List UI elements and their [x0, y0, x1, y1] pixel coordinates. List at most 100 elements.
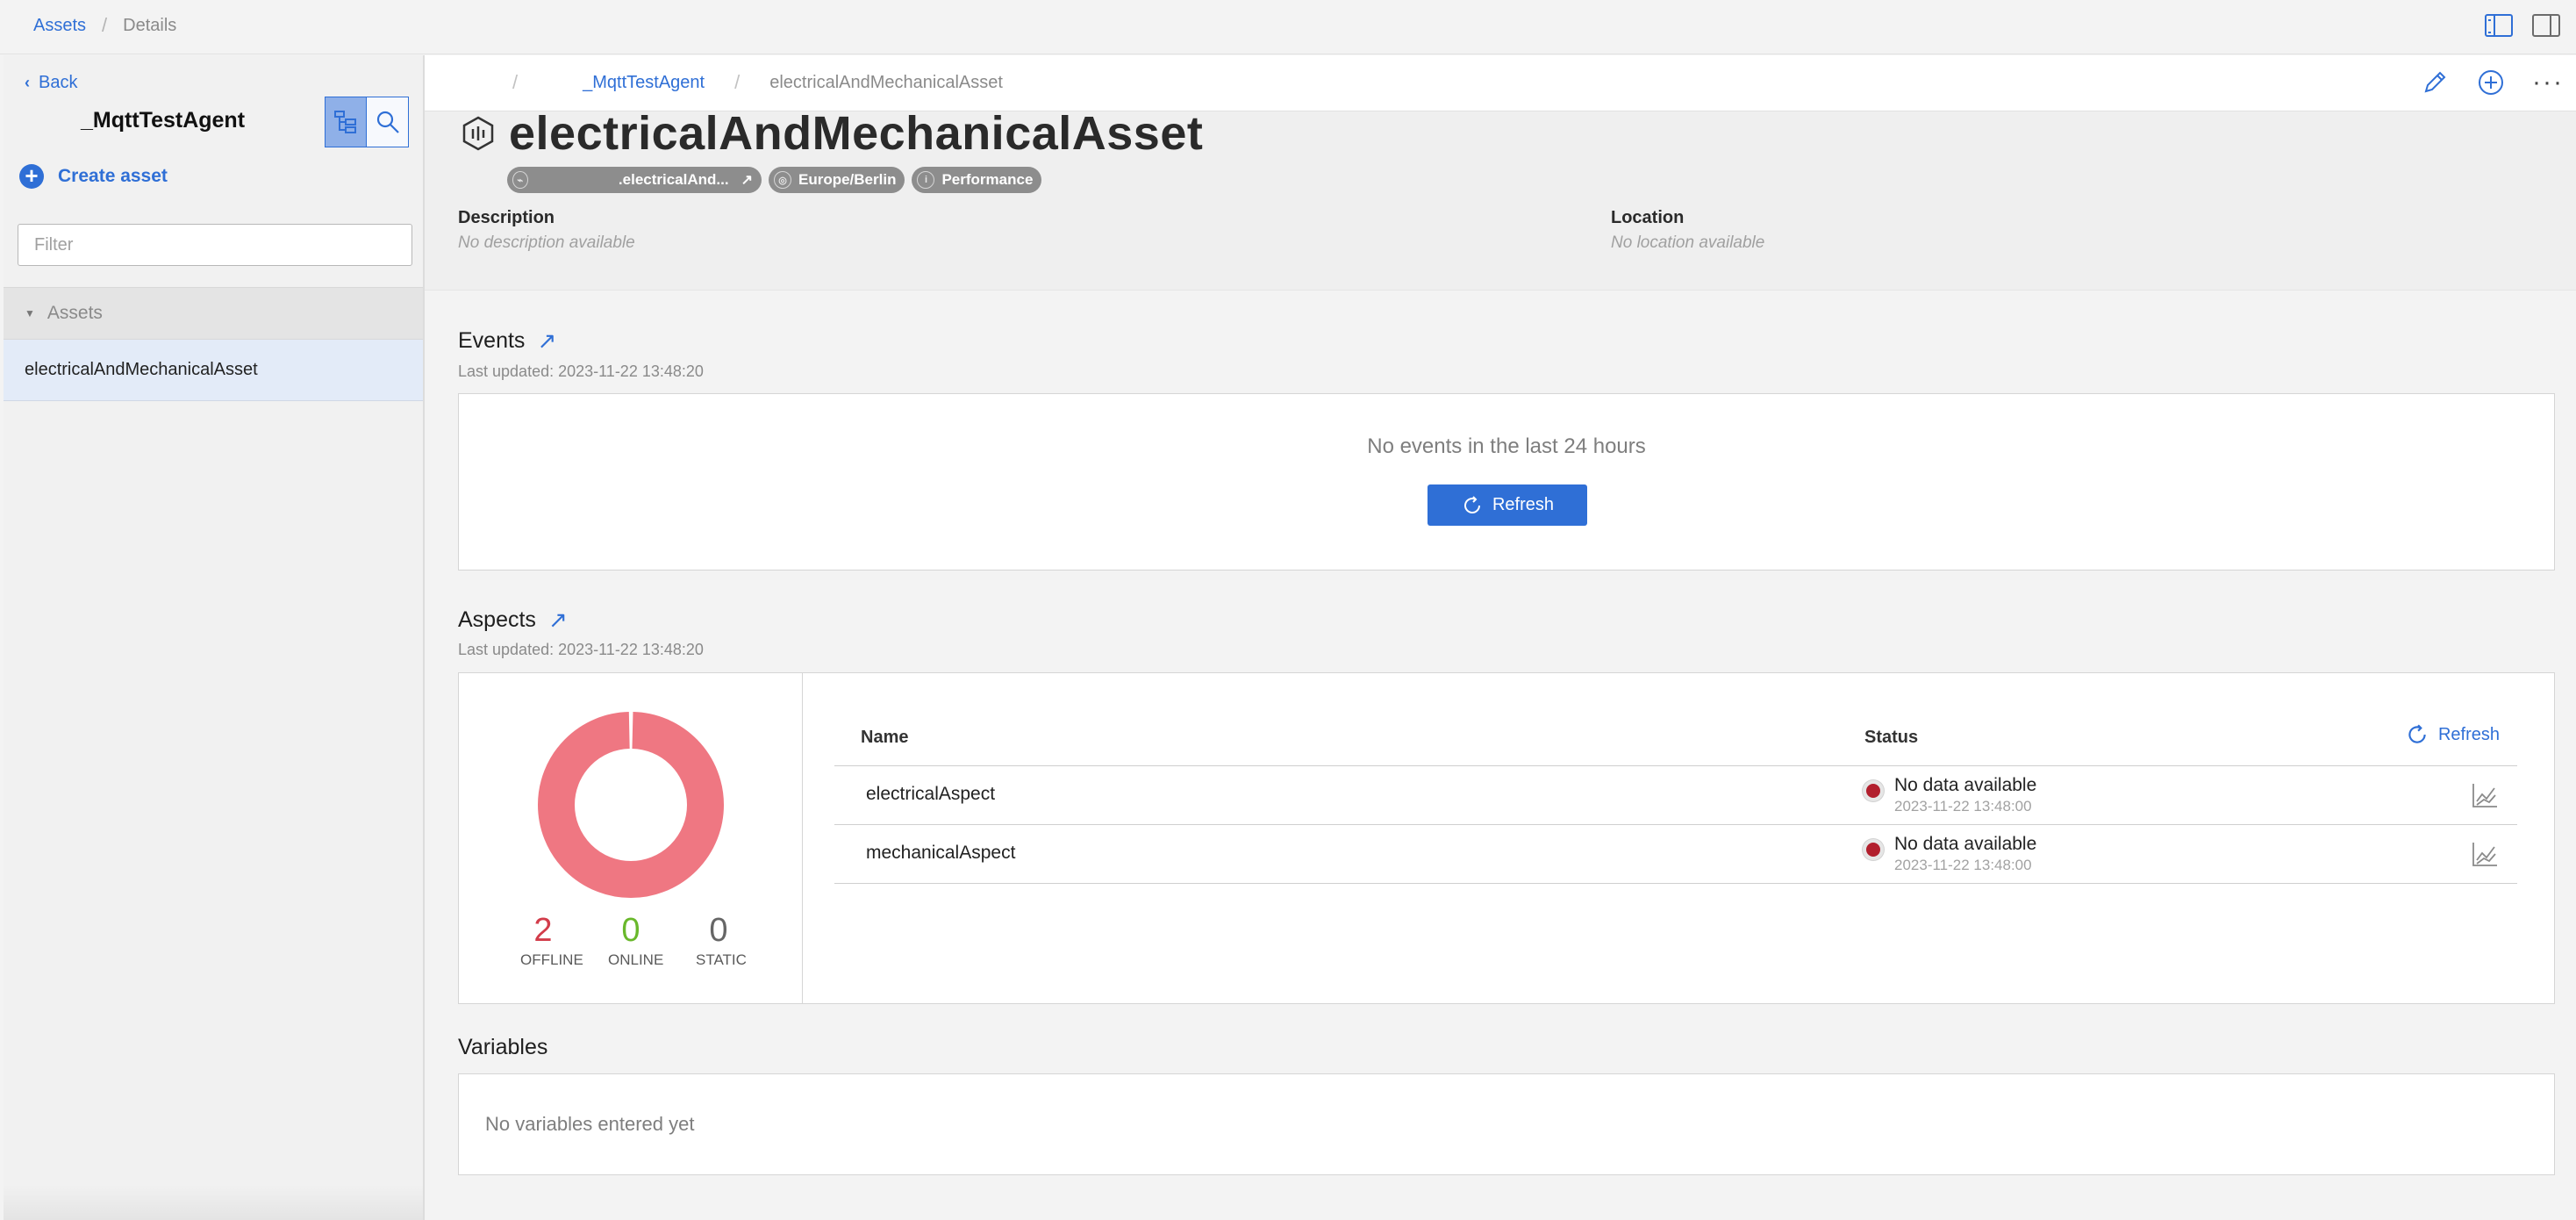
breadcrumb-current: electricalAndMechanicalAsset	[769, 72, 1003, 92]
variables-empty-message: No variables entered yet	[485, 1113, 695, 1135]
tree-item-asset[interactable]: electricalAndMechanicalAsset	[4, 340, 423, 401]
asset-name: electricalAndMechanicalAsset	[509, 107, 1204, 160]
tree-view-button[interactable]	[325, 97, 367, 147]
top-bar: Assets / Details	[0, 0, 2576, 54]
search-view-button[interactable]	[367, 97, 409, 147]
table-row[interactable]: mechanicalAspect No data available 2023-…	[834, 825, 2517, 884]
asset-hexagon-icon	[462, 116, 494, 151]
aspects-last-updated: Last updated: 2023-11-22 13:48:20	[458, 641, 704, 658]
events-open-arrow-icon[interactable]: ↗	[537, 327, 556, 355]
breadcrumb-separator: /	[512, 71, 519, 93]
asset-chips: ⌁ .electricalAnd... ↗ ◎ Europe/Berlin i …	[507, 167, 1042, 193]
variables-title: Variables	[458, 1035, 548, 1059]
tree-icon	[334, 111, 356, 133]
breadcrumb-assets-link[interactable]: Assets	[33, 16, 86, 36]
refresh-icon	[1463, 495, 1480, 513]
view-toggle	[325, 97, 409, 147]
events-heading: Events ↗	[458, 327, 556, 355]
status-counts: 2 OFFLINE 0 ONLINE 0 STATIC	[459, 912, 803, 969]
aspects-donut-chart	[538, 712, 724, 898]
tree-header-assets[interactable]: ▼ Assets	[4, 287, 423, 340]
main-content: / _MqttTestAgent / electricalAndMechanic…	[425, 55, 2576, 1220]
aspects-title: Aspects	[458, 607, 536, 632]
add-circle-icon[interactable]	[2476, 68, 2506, 97]
table-row[interactable]: electricalAspect No data available 2023-…	[834, 766, 2517, 825]
breadcrumb-separator: /	[734, 71, 741, 93]
header-actions: ···	[2420, 68, 2564, 97]
edit-pencil-icon[interactable]	[2420, 68, 2450, 97]
aspect-status-time: 2023-11-22 13:48:00	[1894, 857, 2032, 873]
location-block: Location No location available	[1611, 208, 1764, 253]
filter-input[interactable]	[18, 224, 412, 266]
main-header: / _MqttTestAgent / electricalAndMechanic…	[425, 55, 2576, 111]
layout-toggles	[2485, 14, 2560, 37]
asset-header: electricalAndMechanicalAsset ⌁ .electric…	[425, 107, 2576, 291]
events-title: Events	[458, 328, 526, 353]
aspect-name: mechanicalAspect	[866, 843, 1016, 863]
events-empty-message: No events in the last 24 hours	[1367, 434, 1646, 458]
aspects-refresh-label: Refresh	[2437, 724, 2500, 744]
events-refresh-button[interactable]: Refresh	[1428, 484, 1587, 526]
breadcrumb: Assets / Details	[33, 14, 176, 37]
breadcrumb-parent-link[interactable]: _MqttTestAgent	[583, 73, 705, 93]
asset-sidebar: ‹ Back _MqttTestAgent + Create asset ▼ A…	[4, 55, 425, 1220]
back-label: Back	[39, 73, 78, 92]
events-card: No events in the last 24 hours Refresh	[458, 393, 2555, 571]
caret-down-icon: ▼	[25, 307, 35, 319]
link-icon: ⌁	[512, 171, 528, 189]
aspect-status-time: 2023-11-22 13:48:00	[1894, 798, 2032, 815]
description-label: Description	[458, 208, 555, 227]
create-asset-button[interactable]: + Create asset	[19, 164, 168, 189]
aspect-name: electricalAspect	[866, 784, 996, 804]
back-link[interactable]: ‹ Back	[25, 73, 77, 93]
asset-title: electricalAndMechanicalAsset	[460, 106, 1203, 161]
aspect-status: No data available 2023-11-22 13:48:00	[1863, 834, 2036, 874]
asset-type-text: Performance	[941, 171, 1034, 188]
external-link-icon: ↗	[741, 173, 753, 188]
aspects-table: Name Status Refresh electricalAspect No …	[834, 714, 2517, 884]
aspects-open-arrow-icon[interactable]: ↗	[548, 606, 568, 634]
left-panel-toggle-icon[interactable]	[2485, 14, 2513, 37]
location-label: Location	[1611, 208, 1685, 227]
static-count-label: STATIC	[696, 951, 747, 968]
description-block: Description No description available	[458, 208, 635, 253]
online-count: 0 ONLINE	[608, 912, 664, 969]
info-icon: i	[917, 171, 935, 189]
offline-count-label: OFFLINE	[520, 951, 583, 968]
aspects-status-summary: 2 OFFLINE 0 ONLINE 0 STATIC	[459, 673, 803, 1003]
search-icon	[376, 111, 399, 133]
create-asset-label: Create asset	[58, 166, 168, 186]
aspect-status-text: No data available	[1894, 775, 2037, 795]
aspect-status: No data available 2023-11-22 13:48:00	[1863, 775, 2036, 815]
asset-id-chip[interactable]: ⌁ .electricalAnd... ↗	[507, 167, 762, 193]
column-header-status[interactable]: Status	[1864, 728, 1918, 748]
more-options-icon[interactable]: ···	[2532, 69, 2564, 96]
description-value: No description available	[458, 233, 635, 252]
aspects-card: 2 OFFLINE 0 ONLINE 0 STATIC Name Status	[458, 672, 2555, 1004]
table-header-row: Name Status Refresh	[834, 714, 2517, 766]
aspects-refresh-button[interactable]: Refresh	[2405, 722, 2500, 747]
sidebar-title: _MqttTestAgent	[81, 108, 246, 133]
events-refresh-label: Refresh	[1492, 495, 1555, 514]
offline-count-value: 2	[533, 912, 553, 949]
online-count-value: 0	[621, 912, 640, 949]
online-count-label: ONLINE	[608, 951, 664, 968]
timezone-text: Europe/Berlin	[798, 171, 897, 188]
aspects-heading: Aspects ↗	[458, 606, 568, 634]
location-value: No location available	[1611, 233, 1765, 252]
asset-breadcrumb: / _MqttTestAgent / electricalAndMechanic…	[469, 71, 1003, 94]
breadcrumb-separator: /	[102, 14, 108, 36]
static-count-value: 0	[709, 912, 728, 949]
globe-icon: ◎	[774, 171, 791, 189]
right-panel-toggle-icon[interactable]	[2532, 14, 2560, 37]
line-chart-icon[interactable]	[2470, 839, 2500, 869]
variables-card: No variables entered yet	[458, 1073, 2555, 1175]
offline-status-dot-icon	[1863, 839, 1884, 860]
plus-circle-icon: +	[19, 164, 44, 189]
offline-count: 2 OFFLINE	[520, 912, 583, 969]
donut-segment-offline	[538, 712, 724, 898]
static-count: 0 STATIC	[696, 912, 747, 969]
sidebar-footer	[4, 1185, 423, 1220]
column-header-name[interactable]: Name	[861, 728, 908, 748]
line-chart-icon[interactable]	[2470, 780, 2500, 810]
